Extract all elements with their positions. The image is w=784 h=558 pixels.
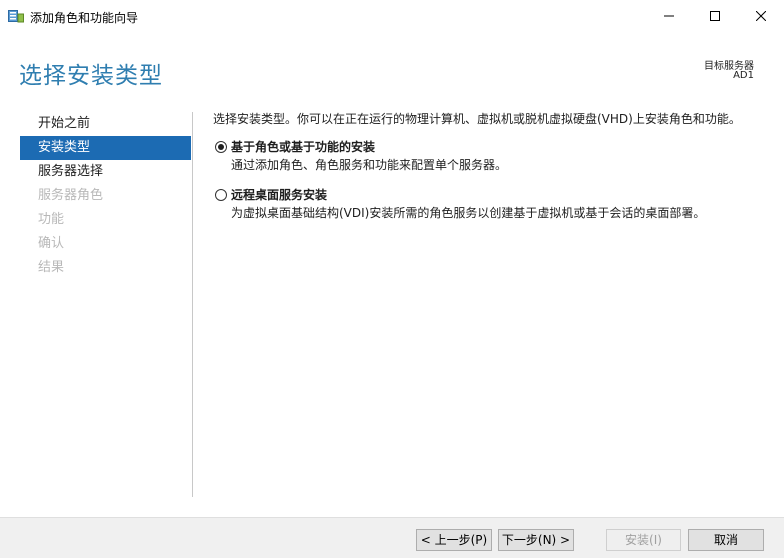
wizard-nav: 开始之前 安装类型 服务器选择 服务器角色 功能 确认 结果 [20, 112, 191, 280]
nav-item-server-selection[interactable]: 服务器选择 [20, 160, 191, 184]
close-icon [756, 11, 766, 21]
option-remote-desktop-description: 为虚拟桌面基础结构(VDI)安装所需的角色服务以创建基于虚拟机或基于会话的桌面部… [231, 206, 706, 220]
wizard-footer: < 上一步(P) 下一步(N) > 安装(I) 取消 [0, 517, 784, 558]
intro-text: 选择安装类型。你可以在正在运行的物理计算机、虚拟机或脱机虚拟硬盘(VHD)上安装… [213, 112, 741, 126]
nav-item-results: 结果 [38, 260, 65, 275]
nav-item-installation-type[interactable]: 安装类型 [20, 136, 191, 160]
nav-item-features: 功能 [38, 212, 65, 227]
previous-button[interactable]: < 上一步(P) [416, 529, 492, 551]
maximize-icon [710, 11, 720, 21]
option-role-based-label[interactable]: 基于角色或基于功能的安装 [231, 138, 375, 156]
target-server-name: AD1 [733, 70, 754, 81]
nav-item-server-roles: 服务器角色 [38, 188, 104, 203]
maximize-button[interactable] [692, 0, 738, 32]
option-role-based-description: 通过添加角色、角色服务和功能来配置单个服务器。 [231, 158, 508, 172]
nav-item-confirmation: 确认 [38, 236, 65, 251]
install-button: 安装(I) [606, 529, 681, 551]
cancel-button[interactable]: 取消 [688, 529, 764, 551]
option-remote-desktop-label[interactable]: 远程桌面服务安装 [231, 186, 327, 204]
nav-divider [192, 112, 193, 497]
close-button[interactable] [738, 0, 784, 32]
content-pane: 选择安装类型。你可以在正在运行的物理计算机、虚拟机或脱机虚拟硬盘(VHD)上安装… [213, 110, 773, 220]
server-manager-icon [8, 9, 24, 23]
title-bar: 添加角色和功能向导 [0, 0, 784, 32]
next-button[interactable]: 下一步(N) > [498, 529, 574, 551]
nav-item-before-you-begin[interactable]: 开始之前 [20, 112, 191, 136]
minimize-icon [664, 15, 674, 17]
window-title: 添加角色和功能向导 [30, 11, 139, 25]
radio-remote-desktop[interactable] [215, 189, 227, 201]
minimize-button[interactable] [646, 0, 692, 32]
wizard-header: 选择安装类型 目标服务器 AD1 [0, 32, 784, 108]
page-title: 选择安装类型 [19, 63, 163, 89]
radio-role-based[interactable] [215, 141, 227, 153]
